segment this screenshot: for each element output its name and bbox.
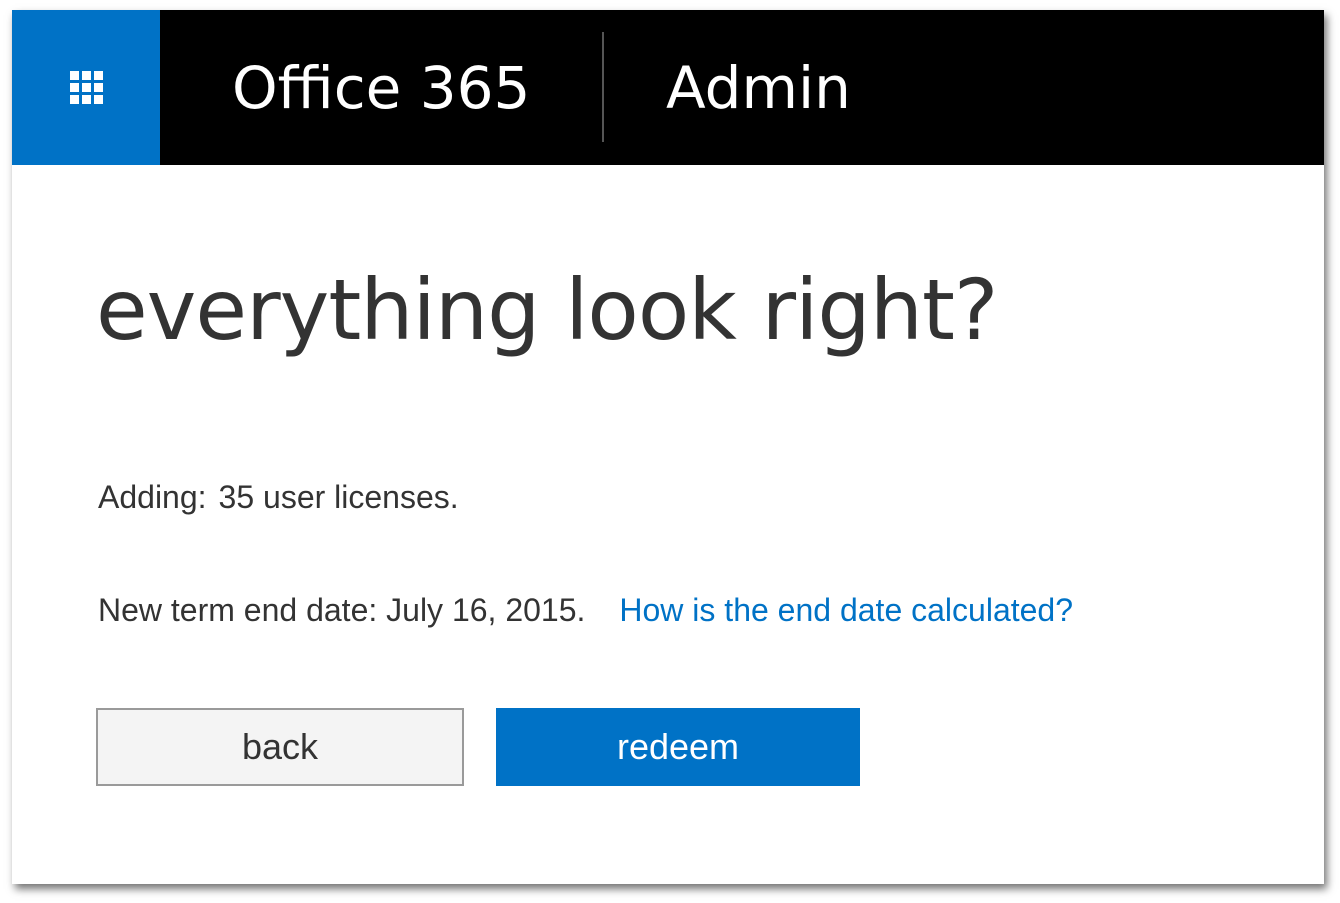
end-date-value: July 16, 2015. [386, 592, 586, 628]
section-title[interactable]: Admin [666, 48, 851, 128]
page-title: everything look right? [96, 261, 999, 359]
waffle-icon [69, 71, 103, 104]
adding-summary: Adding: 35 user licenses. [98, 477, 459, 517]
top-bar: Office 365 Admin [12, 10, 1324, 165]
dialog-window: Office 365 Admin everything look right? … [12, 10, 1324, 884]
header-divider [602, 32, 604, 142]
end-date-label: New term end date: [98, 592, 378, 628]
end-date-help-link[interactable]: How is the end date calculated? [619, 592, 1073, 628]
back-button[interactable]: back [96, 708, 464, 786]
app-launcher-button[interactable] [12, 10, 160, 165]
redeem-button[interactable]: redeem [496, 708, 860, 786]
adding-label: Adding: [98, 479, 207, 515]
end-date-summary: New term end date: July 16, 2015. How is … [98, 590, 1073, 630]
adding-value: 35 user licenses. [218, 479, 459, 515]
app-name[interactable]: Office 365 [232, 48, 530, 128]
